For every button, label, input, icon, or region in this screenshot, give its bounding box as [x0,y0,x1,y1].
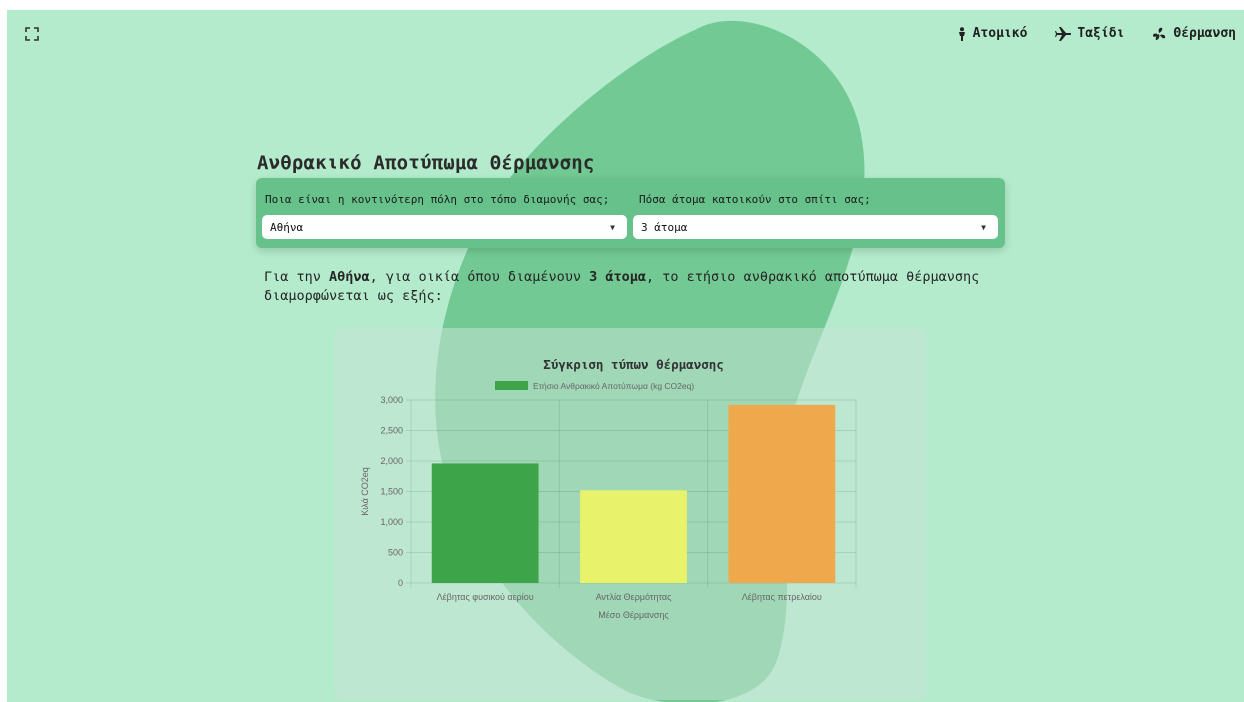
y-axis-label: Κιλά CO2eq [360,467,370,516]
chevron-down-icon: ▼ [981,223,986,232]
person-icon [958,26,965,41]
nav-item-heating[interactable]: Θέρμανση [1152,26,1236,41]
y-tick-label: 0 [398,578,403,588]
legend-label: Ετήσιο Ανθρακικό Αποτύπωμα (kg CO2eq) [533,381,694,391]
bar [580,490,687,583]
people-select-value: 3 άτομα [641,220,688,234]
nav-item-label: Ταξίδι [1077,26,1125,41]
y-tick-label: 500 [388,548,403,558]
city-select-value: Αθήνα [270,220,304,234]
y-tick-label: 1,500 [380,487,403,497]
x-tick-label: Λέβητας φυσικού αερίου [437,592,534,602]
y-tick-label: 2,000 [380,456,403,466]
people-select[interactable]: 3 άτομα ▼ [633,215,998,239]
result-city: Αθήνα [329,269,370,285]
airplane-icon [1055,26,1072,41]
y-tick-label: 3,000 [380,395,403,405]
chart-panel: Σύγκριση τύπων θέρμανσης Ετήσιο Ανθρακικό… [334,328,927,700]
result-text-part: , για οικία όπου διαμένουν [369,269,590,285]
chevron-down-icon: ▼ [610,223,615,232]
page-title: Ανθρακικό Αποτύπωμα Θέρμανσης [257,152,595,174]
nav-item-label: Ατομικό [972,26,1028,41]
people-label: Πόσα άτομα κατοικούν στο σπίτι σας; [639,193,871,206]
form-card: Ποια είναι η κοντινότερη πόλη στο τόπο δ… [256,178,1005,248]
fullscreen-icon[interactable] [25,27,41,43]
app-window: Ατομικό Ταξίδι Θέρμανση Ανθρακικό Αποτύπ… [7,10,1244,702]
legend-swatch [495,381,528,390]
x-axis-label: Μέσο Θέρμανσης [598,610,669,620]
result-people: 3 άτομα [589,269,647,285]
heating-fan-icon [1153,27,1166,40]
nav-item-travel[interactable]: Ταξίδι [1055,26,1124,41]
bar [728,404,836,583]
result-text: Για την Αθήνα, για οικία όπου διαμένουν … [264,268,984,306]
result-text-part: Για την [264,269,330,285]
y-tick-label: 2,500 [380,426,403,436]
bar-chart: Σύγκριση τύπων θέρμανσης Ετήσιο Ανθρακικό… [360,357,857,620]
nav-item-label: Θέρμανση [1173,26,1236,41]
y-tick-label: 1,000 [380,517,403,527]
city-select[interactable]: Αθήνα ▼ [262,215,627,239]
x-tick-label: Αντλία Θερμότητας [596,592,672,602]
x-tick-label: Λέβητας πετρελαίου [742,592,822,602]
top-navigation: Ατομικό Ταξίδι Θέρμανση [929,26,1236,41]
chart-title: Σύγκριση τύπων θέρμανσης [543,357,724,372]
bar [431,463,539,583]
nav-item-personal[interactable]: Ατομικό [957,26,1028,41]
city-label: Ποια είναι η κοντινότερη πόλη στο τόπο δ… [265,193,610,206]
